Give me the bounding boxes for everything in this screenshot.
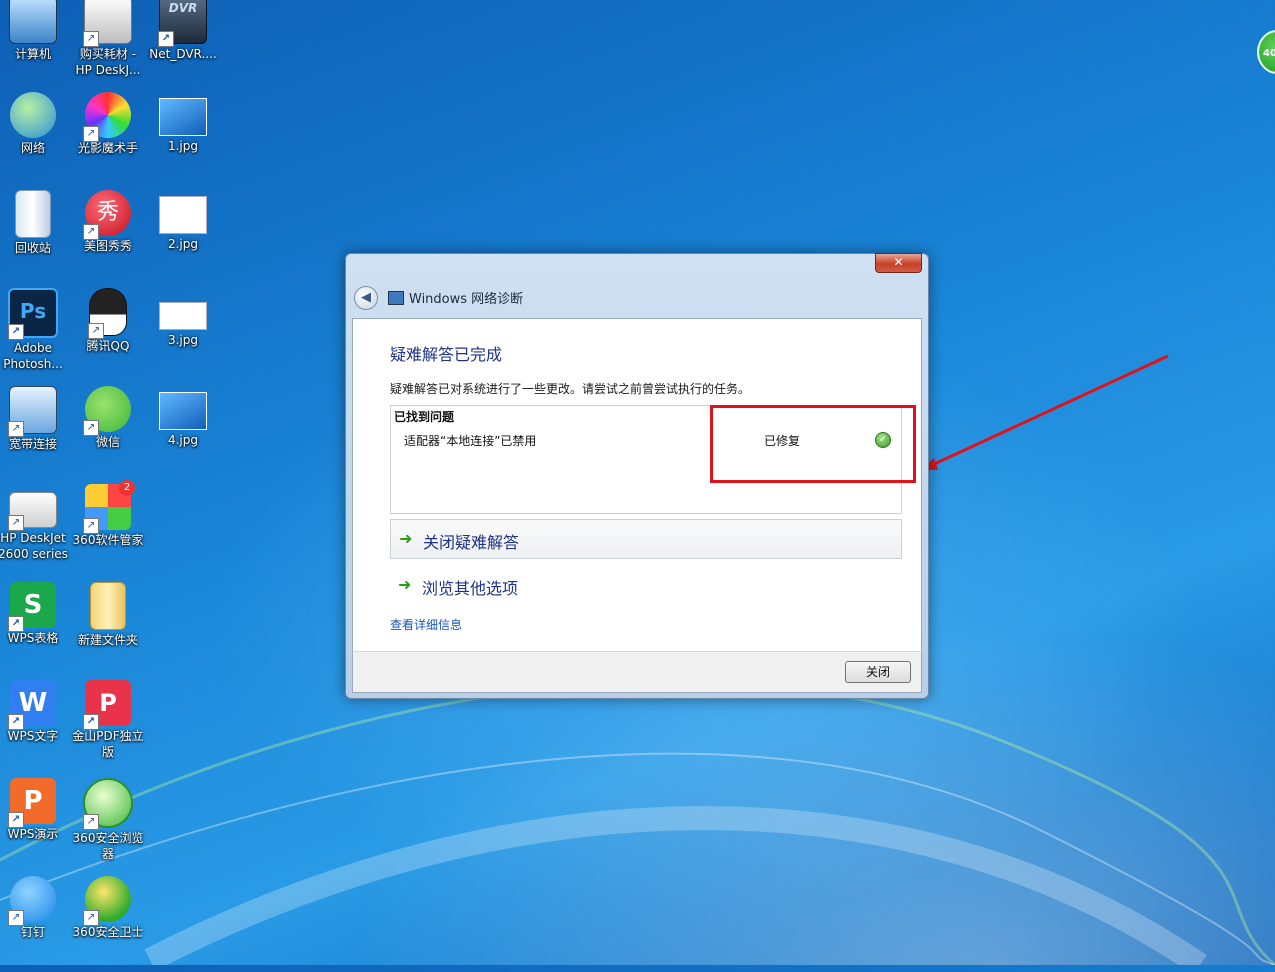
window-title: Windows 网络诊断	[409, 292, 524, 307]
close-button[interactable]: 关闭	[845, 661, 911, 683]
problem-text: 适配器“本地连接”已禁用	[404, 434, 537, 448]
shortcut-arrow-icon: ↗	[83, 518, 99, 534]
wps-spreadsheet-icon: S ↗	[8, 582, 56, 632]
shortcut-arrow-icon: ↗	[158, 31, 174, 47]
desktop-icon-360-browser[interactable]: ↗ 360安全浏览 器	[70, 776, 146, 874]
computer-icon	[9, 0, 57, 44]
desktop-icon-wps-writer[interactable]: W ↗ WPS文字	[0, 678, 71, 776]
wps-presentation-icon: P ↗	[8, 778, 56, 828]
explore-other-options[interactable]: ➜ 浏览其他选项	[390, 566, 900, 604]
close-troubleshooter-option[interactable]: ➜ 关闭疑难解答	[390, 519, 902, 559]
description-text: 疑难解答已对系统进行了一些更改。请尝试之前曾尝试执行的任务。	[390, 382, 751, 396]
page-heading: 疑难解答已完成	[390, 345, 503, 364]
shortcut-arrow-icon: ↗	[8, 812, 24, 828]
shortcut-arrow-icon: ↗	[8, 714, 24, 730]
printer-shop-icon: ↗	[83, 0, 132, 47]
desktop-icon-new-folder[interactable]: 新建文件夹	[70, 580, 146, 678]
qq-icon: ↗	[88, 288, 127, 339]
desktop-icon-wps-spreadsheet[interactable]: S ↗ WPS表格	[0, 580, 71, 678]
recycle-bin-icon	[15, 190, 51, 238]
desktop-icon-dingtalk[interactable]: ↗ 钉钉	[0, 874, 71, 972]
green-arrow-icon: ➜	[398, 575, 412, 594]
shortcut-arrow-icon: ↗	[8, 616, 24, 632]
image-file-icon	[159, 98, 207, 136]
broadband-icon: ↗	[8, 386, 57, 437]
image-file-icon	[159, 392, 207, 430]
image-file-icon	[159, 196, 207, 234]
dialog-content: 疑难解答已完成 疑难解答已对系统进行了一些更改。请尝试之前曾尝试执行的任务。 已…	[352, 318, 922, 653]
desktop-icon-network[interactable]: 网络	[0, 90, 71, 188]
shortcut-arrow-icon: ↗	[8, 910, 24, 926]
pdf-icon: P ↗	[83, 680, 131, 730]
desktop-icon-2jpg[interactable]: 2.jpg	[145, 188, 221, 286]
desktop-icon-1jpg[interactable]: 1.jpg	[145, 90, 221, 188]
photoshop-icon: Ps ↗	[8, 288, 58, 340]
software-manager-icon: 2 ↗	[83, 480, 135, 534]
folder-icon	[90, 582, 126, 630]
back-button[interactable]: ◀	[354, 286, 378, 310]
annotation-highlight-box	[710, 405, 916, 483]
desktop-icon-360-software[interactable]: 2 ↗ 360软件管家	[70, 480, 146, 580]
dvr-icon: DVR ↗	[158, 0, 207, 47]
desktop-icon-computer[interactable]: 计算机	[0, 0, 71, 92]
desktop-icon-3jpg[interactable]: 3.jpg	[145, 286, 221, 384]
shortcut-arrow-icon: ↗	[83, 126, 99, 142]
desktop-icon-broadband[interactable]: ↗ 宽带连接	[0, 384, 71, 482]
view-details-link[interactable]: 查看详细信息	[390, 616, 462, 633]
network-diagnostics-icon	[388, 291, 404, 305]
network-icon	[10, 92, 56, 138]
image-file-icon	[159, 302, 207, 330]
wechat-icon: ↗	[83, 386, 131, 436]
network-diagnostics-dialog: ✕ ◀ Windows 网络诊断 疑难解答已完成 疑难解答已对系统进行了一些更改…	[345, 253, 929, 699]
printer-icon: ↗	[8, 492, 57, 531]
shortcut-arrow-icon: ↗	[8, 421, 24, 437]
notification-badge: 2	[119, 480, 135, 496]
shortcut-arrow-icon: ↗	[83, 31, 99, 47]
photo-editor-icon: ↗	[83, 92, 131, 142]
problems-header: 已找到问题	[394, 410, 455, 424]
wps-writer-icon: W ↗	[8, 680, 56, 730]
desktop-icon-buy-supplies[interactable]: ↗ 购买耗材 - HP DeskJ...	[70, 0, 146, 92]
security-guard-icon: ↗	[83, 876, 131, 926]
shortcut-arrow-icon: ↗	[83, 420, 99, 436]
shortcut-arrow-icon: ↗	[83, 714, 99, 730]
shortcut-arrow-icon: ↗	[83, 814, 99, 830]
desktop-icon-wechat[interactable]: ↗ 微信	[70, 384, 146, 482]
desktop-icon-qq[interactable]: ↗ 腾讯QQ	[70, 286, 146, 384]
desktop-icon-photoshop[interactable]: Ps ↗ Adobe Photosh...	[0, 286, 71, 384]
shortcut-arrow-icon: ↗	[83, 910, 99, 926]
desktop-icon-meitu[interactable]: 秀 ↗ 美图秀秀	[70, 188, 146, 286]
window-close-button[interactable]: ✕	[875, 253, 922, 273]
green-arrow-icon: ➜	[399, 529, 413, 548]
desktop-icon-net-dvr[interactable]: DVR ↗ Net_DVR....	[145, 0, 221, 92]
meitu-icon: 秀 ↗	[83, 190, 131, 240]
desktop-icon-360-security[interactable]: ↗ 360安全卫士	[70, 874, 146, 972]
desktop-icon-recycle-bin[interactable]: 回收站	[0, 188, 71, 286]
desktop-icon-wps-presentation[interactable]: P ↗ WPS演示	[0, 776, 71, 874]
dingtalk-icon: ↗	[8, 876, 56, 926]
desktop-icon-hp-printer[interactable]: ↗ HP DeskJet 2600 series	[0, 482, 71, 580]
shortcut-arrow-icon: ↗	[88, 323, 104, 339]
shortcut-arrow-icon: ↗	[8, 324, 24, 340]
shortcut-arrow-icon: ↗	[83, 224, 99, 240]
desktop-icon-4jpg[interactable]: 4.jpg	[145, 384, 221, 482]
desktop-icon-kingsoft-pdf[interactable]: P ↗ 金山PDF独立 版	[70, 678, 146, 776]
browser-icon: ↗	[83, 778, 133, 830]
desktop-icon-photo-editor[interactable]: ↗ 光影魔术手	[70, 90, 146, 188]
dialog-footer: 关闭	[352, 651, 922, 693]
shortcut-arrow-icon: ↗	[8, 515, 24, 531]
floating-360-widget[interactable]: 40	[1257, 30, 1275, 74]
back-arrow-icon: ◀	[361, 290, 371, 305]
